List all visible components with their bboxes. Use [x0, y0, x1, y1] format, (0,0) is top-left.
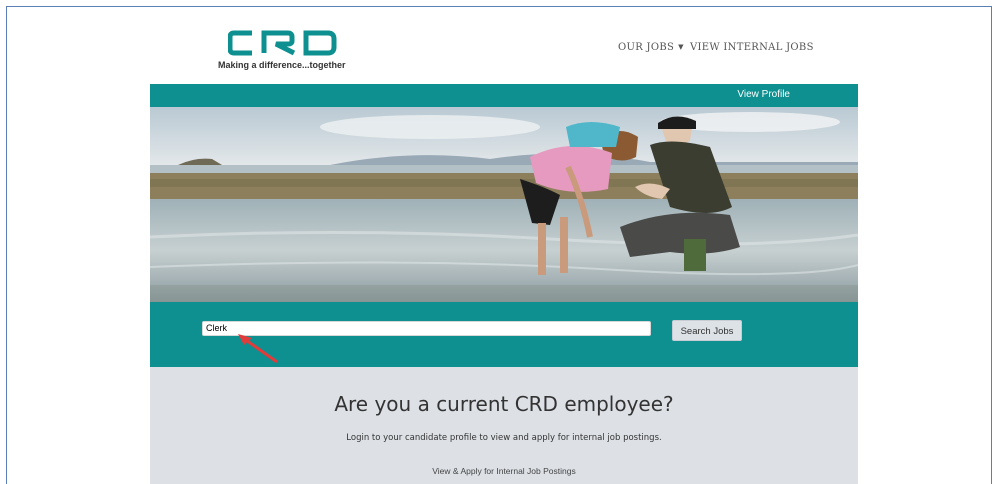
- hero-image: [150, 107, 858, 302]
- employee-heading: Are you a current CRD employee?: [334, 392, 674, 416]
- annotation-arrow-icon: [238, 334, 278, 364]
- employee-section: Are you a current CRD employee? Login to…: [150, 367, 858, 484]
- view-profile-link[interactable]: View Profile: [737, 89, 790, 100]
- search-jobs-button[interactable]: Search Jobs: [672, 320, 742, 341]
- nav-our-jobs-label: OUR JOBS: [618, 42, 675, 53]
- nav-our-jobs[interactable]: OUR JOBS ▼: [618, 42, 684, 53]
- internal-postings-link[interactable]: View & Apply for Internal Job Postings: [150, 466, 858, 476]
- logo-tagline: Making a difference...together: [218, 60, 346, 70]
- caret-down-icon: ▼: [678, 43, 684, 51]
- top-bar: View Profile: [150, 84, 858, 107]
- nav-view-internal-jobs[interactable]: VIEW INTERNAL JOBS: [690, 42, 814, 53]
- crd-logo[interactable]: Making a difference...together: [218, 30, 348, 72]
- crd-logo-mark: [228, 30, 337, 56]
- employee-description: Login to your candidate profile to view …: [346, 433, 662, 443]
